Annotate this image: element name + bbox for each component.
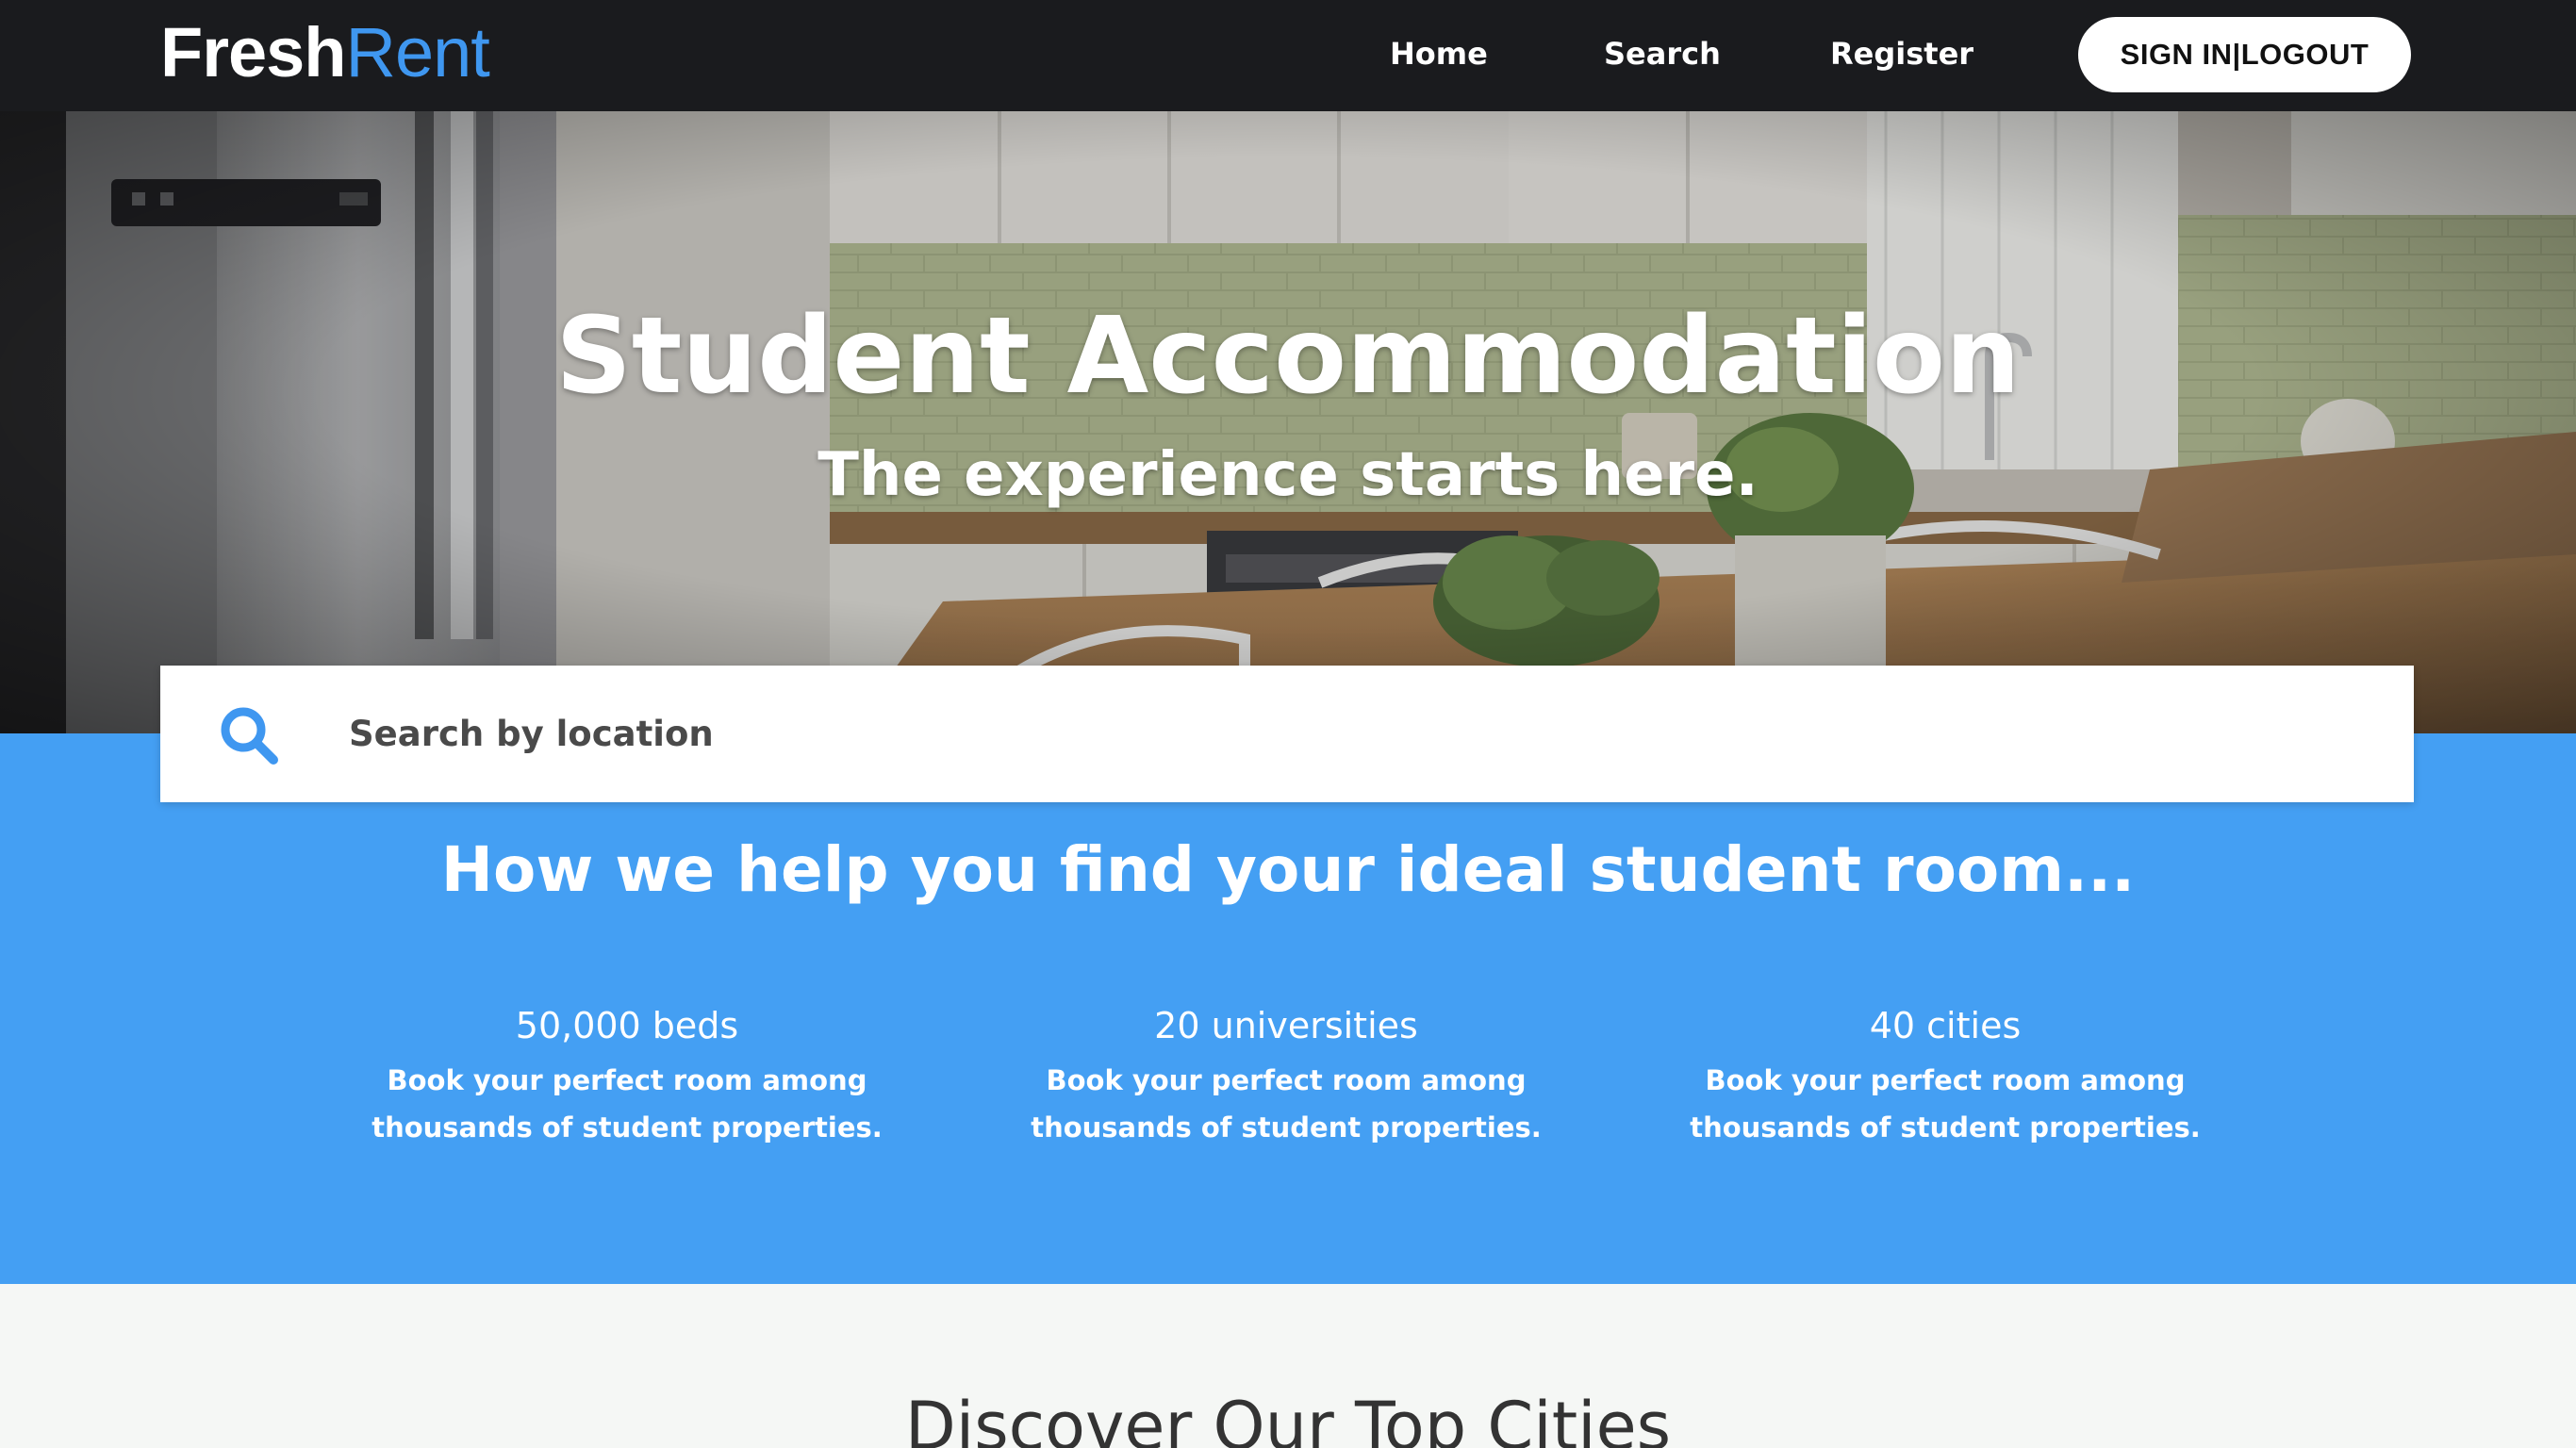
nav-search-link[interactable]: Search	[1604, 28, 1721, 79]
hero-banner: Student Accommodation The experience sta…	[0, 111, 2576, 733]
stat-value: 50,000 beds	[515, 1005, 739, 1046]
stat-description: Book your perfect room among thousands o…	[1031, 1064, 1542, 1144]
stat-value: 40 cities	[1869, 1005, 2022, 1046]
search-icon[interactable]	[219, 705, 279, 765]
kitchen-background-image	[0, 111, 2576, 733]
discover-heading: Discover Our Top Cities	[904, 1388, 1672, 1448]
search-location-input[interactable]	[349, 696, 2329, 771]
help-heading: How we help you find your ideal student …	[440, 833, 2136, 906]
stat-value: 20 universities	[1154, 1005, 1418, 1046]
discover-cities-section: Discover Our Top Cities	[0, 1284, 2576, 1448]
hero-title: Student Accommodation	[555, 295, 2021, 418]
brand-logo[interactable]: FreshRent	[160, 13, 490, 92]
stat-description: Book your perfect room among thousands o…	[372, 1064, 883, 1144]
nav-register-link[interactable]: Register	[1830, 28, 1973, 79]
hero-subtitle: The experience starts here.	[817, 440, 1759, 510]
nav-home-link[interactable]: Home	[1390, 28, 1488, 79]
stat-universities: 20 universities Book your perfect room a…	[984, 1000, 1588, 1151]
how-we-help-section: How we help you find your ideal student …	[0, 733, 2576, 1284]
location-search-bar[interactable]	[160, 666, 2414, 802]
stat-description: Book your perfect room among thousands o…	[1690, 1064, 2201, 1144]
stat-beds: 50,000 beds Book your perfect room among…	[325, 1000, 929, 1151]
logo-fresh: Fresh	[160, 13, 347, 91]
signin-logout-button[interactable]: SIGN IN|LOGOUT	[2078, 17, 2411, 92]
logo-rent: Rent	[345, 13, 490, 91]
stat-cities: 40 cities Book your perfect room among t…	[1643, 1000, 2247, 1151]
top-navbar: FreshRent Home Search Register SIGN IN|L…	[0, 0, 2576, 111]
